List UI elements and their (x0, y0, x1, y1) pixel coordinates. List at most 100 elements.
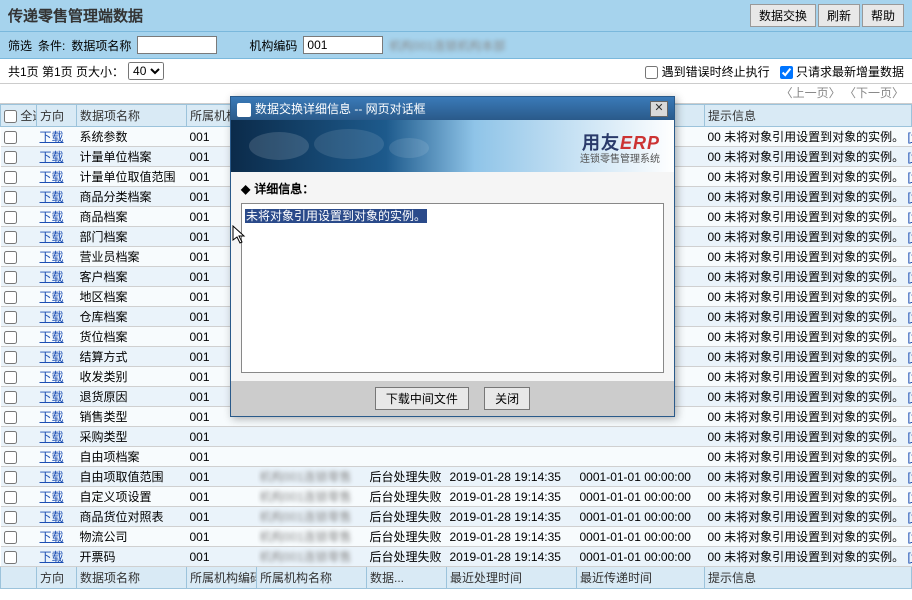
detail-link[interactable]: [详细] (908, 410, 912, 424)
download-link[interactable]: 下载 (40, 390, 64, 404)
detail-link[interactable]: [详细] (908, 350, 912, 364)
download-link[interactable]: 下载 (40, 150, 64, 164)
detail-link[interactable]: [详细] (908, 270, 912, 284)
row-checkbox[interactable] (4, 551, 17, 564)
tip-cell: 00 未将对象引用设置到对象的实例。 [详细] (705, 547, 912, 567)
tip-cell: 00 未将对象引用设置到对象的实例。 [详细] (705, 147, 912, 167)
download-link[interactable]: 下载 (40, 230, 64, 244)
item-name: 营业员档案 (77, 247, 187, 267)
detail-link[interactable]: [详细] (908, 210, 912, 224)
item-name: 货位档案 (77, 327, 187, 347)
detail-link[interactable]: [详细] (908, 290, 912, 304)
org-code-input[interactable] (303, 36, 383, 54)
row-checkbox[interactable] (4, 211, 17, 224)
download-link[interactable]: 下载 (40, 310, 64, 324)
row-checkbox[interactable] (4, 171, 17, 184)
only-latest-checkbox[interactable] (780, 66, 793, 79)
download-link[interactable]: 下载 (40, 530, 64, 544)
detail-link[interactable]: [详细] (908, 330, 912, 344)
detail-link[interactable]: [详细] (908, 510, 912, 524)
org-name-blur: 机构001连锁机构本部 (389, 37, 505, 54)
stop-on-error-checkbox[interactable] (645, 66, 658, 79)
row-checkbox[interactable] (4, 331, 17, 344)
close-button[interactable]: 关闭 (484, 387, 530, 410)
row-checkbox[interactable] (4, 351, 17, 364)
page-nav[interactable]: 〈上一页〉 〈下一页〉 (781, 86, 904, 100)
download-link[interactable]: 下载 (40, 370, 64, 384)
download-link[interactable]: 下载 (40, 490, 64, 504)
time1-cell: 2019-01-28 19:14:35 (447, 507, 577, 527)
row-checkbox[interactable] (4, 311, 17, 324)
detail-link[interactable]: [详细] (908, 250, 912, 264)
detail-link[interactable]: [详细] (908, 170, 912, 184)
detail-link[interactable]: [详细] (908, 230, 912, 244)
stop-on-error-label[interactable]: 遇到错误时终止执行 (645, 63, 769, 80)
dialog-footer: 下载中间文件 关闭 (231, 381, 674, 416)
detail-link[interactable]: [详细] (908, 150, 912, 164)
download-link[interactable]: 下载 (40, 270, 64, 284)
row-checkbox[interactable] (4, 151, 17, 164)
row-checkbox[interactable] (4, 491, 17, 504)
page-summary: 共1页 第1页 页大小： (8, 63, 124, 80)
row-checkbox[interactable] (4, 391, 17, 404)
download-link[interactable]: 下载 (40, 330, 64, 344)
status-cell: 后台处理失败 (367, 467, 447, 487)
detail-link[interactable]: [详细] (908, 550, 912, 564)
detail-link[interactable]: [详细] (908, 430, 912, 444)
help-button[interactable]: 帮助 (862, 4, 904, 27)
detail-link[interactable]: [详细] (908, 490, 912, 504)
detail-link[interactable]: [详细] (908, 190, 912, 204)
detail-link[interactable]: [详细] (908, 130, 912, 144)
table-row: 下载自定义项设置001机构001连锁零售后台处理失败2019-01-28 19:… (1, 487, 912, 507)
detail-link[interactable]: [详细] (908, 450, 912, 464)
download-link[interactable]: 下载 (40, 450, 64, 464)
row-checkbox[interactable] (4, 451, 17, 464)
refresh-button[interactable]: 刷新 (818, 4, 860, 27)
row-checkbox[interactable] (4, 251, 17, 264)
download-link[interactable]: 下载 (40, 350, 64, 364)
row-checkbox[interactable] (4, 411, 17, 424)
item-name: 商品档案 (77, 207, 187, 227)
download-link[interactable]: 下载 (40, 250, 64, 264)
download-link[interactable]: 下载 (40, 510, 64, 524)
row-checkbox[interactable] (4, 531, 17, 544)
row-checkbox[interactable] (4, 471, 17, 484)
dialog-titlebar[interactable]: 数据交换详细信息 -- 网页对话框 ✕ (231, 97, 674, 120)
org-code-cell: 001 (187, 447, 257, 467)
row-checkbox[interactable] (4, 511, 17, 524)
download-link[interactable]: 下载 (40, 190, 64, 204)
row-checkbox[interactable] (4, 131, 17, 144)
download-intermediate-button[interactable]: 下载中间文件 (375, 387, 469, 410)
row-checkbox[interactable] (4, 371, 17, 384)
row-checkbox[interactable] (4, 431, 17, 444)
row-checkbox[interactable] (4, 271, 17, 284)
only-latest-label[interactable]: 只请求最新增量数据 (780, 63, 904, 80)
download-link[interactable]: 下载 (40, 170, 64, 184)
detail-link[interactable]: [详细] (908, 390, 912, 404)
cond-label: 条件: (38, 37, 65, 54)
download-link[interactable]: 下载 (40, 550, 64, 564)
item-name-input[interactable] (137, 36, 217, 54)
download-link[interactable]: 下载 (40, 130, 64, 144)
item-name: 销售类型 (77, 407, 187, 427)
row-checkbox[interactable] (4, 291, 17, 304)
detail-link[interactable]: [详细] (908, 370, 912, 384)
download-link[interactable]: 下载 (40, 290, 64, 304)
org-code-cell: 001 (187, 427, 257, 447)
download-link[interactable]: 下载 (40, 470, 64, 484)
row-checkbox[interactable] (4, 231, 17, 244)
detail-link[interactable]: [详细] (908, 470, 912, 484)
org-code-cell: 001 (187, 507, 257, 527)
row-checkbox[interactable] (4, 191, 17, 204)
detail-link[interactable]: [详细] (908, 530, 912, 544)
exchange-button[interactable]: 数据交换 (750, 4, 816, 27)
message-box[interactable]: 未将对象引用设置到对象的实例。 (241, 203, 664, 373)
download-link[interactable]: 下载 (40, 210, 64, 224)
select-all-checkbox[interactable] (4, 110, 17, 123)
close-icon[interactable]: ✕ (650, 101, 668, 117)
detail-label: 详细信息： (241, 180, 664, 197)
download-link[interactable]: 下载 (40, 430, 64, 444)
detail-link[interactable]: [详细] (908, 310, 912, 324)
page-size-select[interactable]: 40 (128, 62, 164, 80)
download-link[interactable]: 下载 (40, 410, 64, 424)
